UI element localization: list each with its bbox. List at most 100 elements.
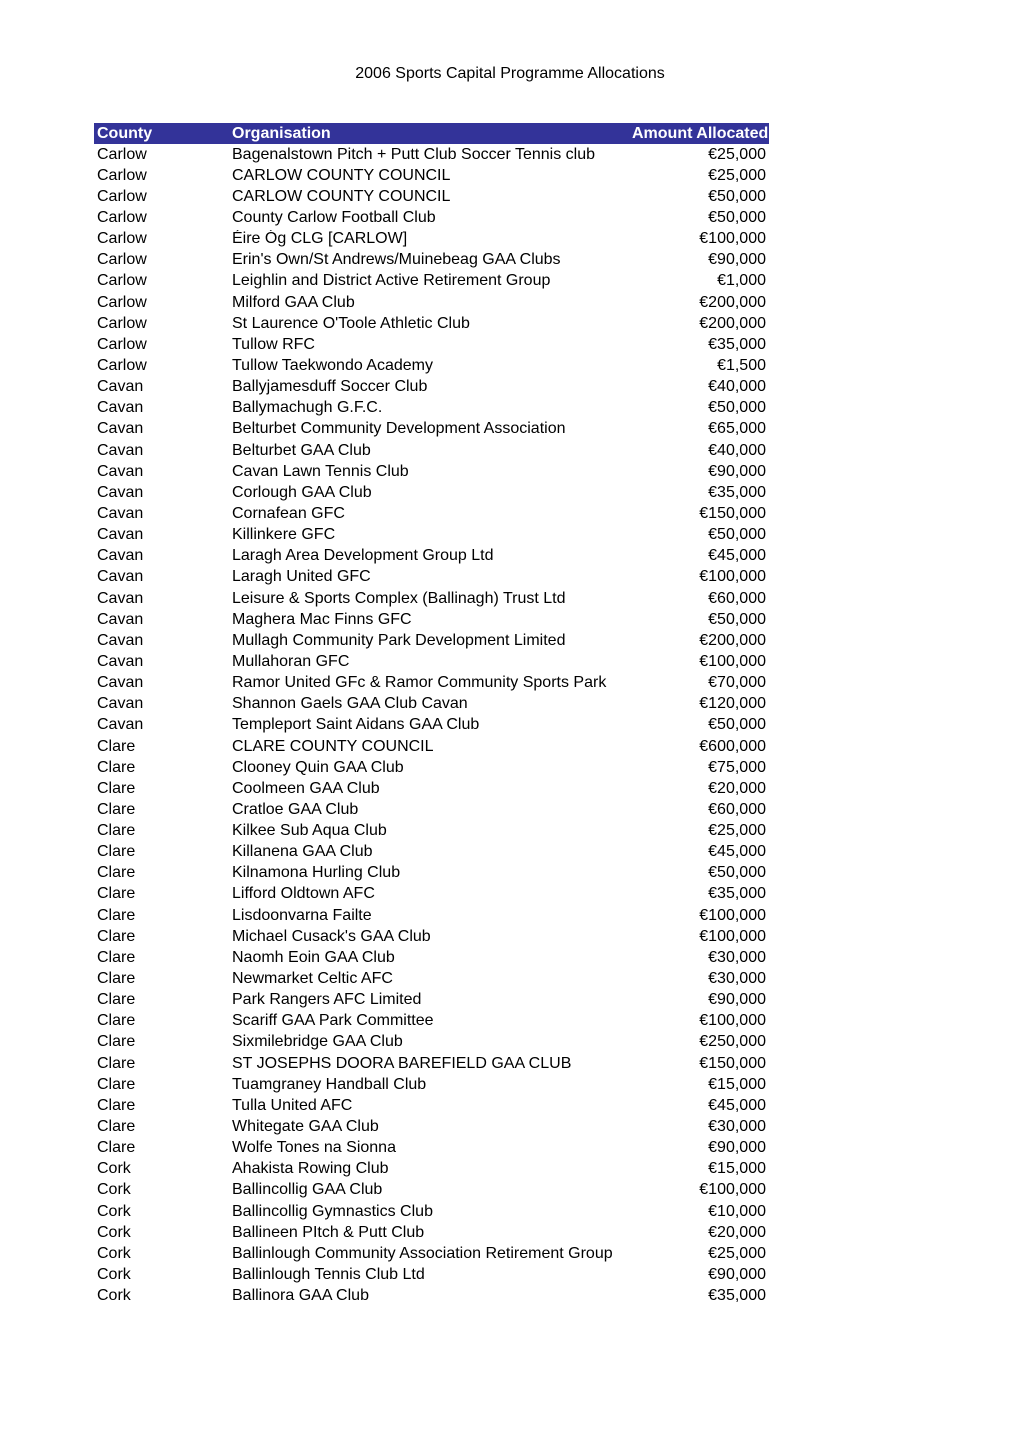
county-cell: Clare [97, 1139, 136, 1157]
amount-cell: €1,500 [717, 356, 766, 374]
table-row: Cork Ballinlough Tennis Club Ltd €90,000 [94, 1264, 769, 1285]
county-cell: Carlow [97, 145, 147, 163]
table-row: Cavan Ballyjamesduff Soccer Club €40,000 [94, 377, 769, 398]
table-body: Carlow Bagenalstown Pitch + Putt Club Soc… [94, 144, 769, 1307]
county-cell: Clare [97, 1054, 136, 1072]
table-row: Cavan Laragh United GFC €100,000 [94, 567, 769, 588]
table-row: Cavan Cavan Lawn Tennis Club €90,000 [94, 461, 769, 482]
amount-cell: €100,000 [699, 652, 766, 670]
county-cell: Clare [97, 1075, 136, 1093]
table-row: Clare Tuamgraney Handball Club €15,000 [94, 1074, 769, 1095]
page-title: 2006 Sports Capital Programme Allocation… [355, 65, 665, 82]
county-cell: Carlow [97, 272, 147, 290]
table-row: Cork Ahakista Rowing Club €15,000 [94, 1159, 769, 1180]
amount-cell: €50,000 [708, 716, 766, 734]
county-cell: Carlow [97, 251, 147, 269]
table-row: Cavan Templeport Saint Aidans GAA Club €50… [94, 715, 769, 736]
table-row: Cavan Ramor United GFc & Ramor Community … [94, 673, 769, 694]
table-row: Clare Park Rangers AFC Limited €90,000 [94, 990, 769, 1011]
table-row: Clare Lifford Oldtown AFC €35,000 [94, 884, 769, 905]
county-cell: Cork [97, 1287, 131, 1305]
organisation-cell: Bagenalstown Pitch + Putt Club Soccer Te… [232, 145, 596, 163]
amount-cell: €90,000 [708, 251, 766, 269]
amount-cell: €50,000 [708, 187, 766, 205]
organisation-cell: Lisdoonvarna Failte [232, 906, 372, 924]
organisation-cell: Naomh Eoin GAA Club [232, 948, 395, 966]
table-row: Cork Ballinlough Community Association Re… [94, 1243, 769, 1264]
amount-cell: €65,000 [708, 420, 766, 438]
county-cell: Carlow [97, 166, 147, 184]
table-row: Clare Clooney Quin GAA Club €75,000 [94, 757, 769, 778]
organisation-cell: Ballineen PItch & Putt Club [232, 1223, 425, 1241]
table-row: Cavan Belturbet GAA Club €40,000 [94, 440, 769, 461]
table-row: Clare Lisdoonvarna Failte €100,000 [94, 905, 769, 926]
table-row: Cork Ballineen PItch & Putt Club €20,000 [94, 1222, 769, 1243]
table-row: Cork Ballincollig Gymnastics Club €10,000 [94, 1201, 769, 1222]
table-row: Clare CLARE COUNTY COUNCIL €600,000 [94, 736, 769, 757]
organisation-cell: CARLOW COUNTY COUNCIL [232, 166, 451, 184]
amount-cell: €50,000 [708, 208, 766, 226]
county-cell: Cavan [97, 610, 144, 628]
county-cell: Cavan [97, 462, 144, 480]
table-row: Clare Killanena GAA Club €45,000 [94, 842, 769, 863]
table-row: Clare Wolfe Tones na Sionna €90,000 [94, 1138, 769, 1159]
organisation-cell: Whitegate GAA Club [232, 1118, 379, 1136]
table-row: Clare Michael Cusack's GAA Club €100,000 [94, 926, 769, 947]
county-cell: Clare [97, 1096, 136, 1114]
organisation-cell: Leighlin and District Active Retirement … [232, 272, 551, 290]
county-cell: Carlow [97, 230, 147, 248]
table-row: Cavan Leisure & Sports Complex (Ballinagh… [94, 588, 769, 609]
county-cell: Cavan [97, 526, 144, 544]
county-cell: Clare [97, 822, 136, 840]
county-cell: Clare [97, 1118, 136, 1136]
table-row: Cork Ballinora GAA Club €35,000 [94, 1286, 769, 1307]
county-cell: Cork [97, 1244, 131, 1262]
county-cell: Clare [97, 737, 136, 755]
county-cell: Clare [97, 927, 136, 945]
amount-cell: €60,000 [708, 589, 766, 607]
amount-cell: €45,000 [708, 843, 766, 861]
county-cell: Clare [97, 906, 136, 924]
amount-cell: €50,000 [708, 526, 766, 544]
amount-cell: €200,000 [699, 631, 766, 649]
county-cell: Clare [97, 864, 136, 882]
organisation-cell: Mullahoran GFC [232, 652, 350, 670]
organisation-cell: Cornafean GFC [232, 504, 345, 522]
table-row: Carlow Bagenalstown Pitch + Putt Club Soc… [94, 144, 769, 165]
county-cell: Clare [97, 758, 136, 776]
table-row: Clare Newmarket Celtic AFC €30,000 [94, 968, 769, 989]
county-cell: Cork [97, 1160, 131, 1178]
county-cell: Cavan [97, 378, 144, 396]
table-row: Cavan Corlough GAA Club €35,000 [94, 482, 769, 503]
county-cell: Cavan [97, 441, 144, 459]
amount-cell: €150,000 [699, 1054, 766, 1072]
organisation-cell: Belturbet Community Development Associat… [232, 420, 566, 438]
table-row: Carlow Erin's Own/St Andrews/Muinebeag GA… [94, 250, 769, 271]
amount-cell: €25,000 [708, 145, 766, 163]
amount-cell: €100,000 [699, 230, 766, 248]
table-row: Cavan Ballymachugh G.F.C. €50,000 [94, 398, 769, 419]
organisation-cell: CLARE COUNTY COUNCIL [232, 737, 434, 755]
header-organisation: Organisation [232, 124, 331, 142]
county-cell: Cork [97, 1181, 131, 1199]
table-row: Carlow CARLOW COUNTY COUNCIL €50,000 [94, 186, 769, 207]
county-cell: Clare [97, 779, 136, 797]
amount-cell: €15,000 [708, 1075, 766, 1093]
amount-cell: €45,000 [708, 547, 766, 565]
amount-cell: €1,000 [717, 272, 766, 290]
table-row: Cavan Cornafean GFC €150,000 [94, 503, 769, 524]
table-row: Carlow Tullow Taekwondo Academy €1,500 [94, 355, 769, 376]
organisation-cell: ST JOSEPHS DOORA BAREFIELD GAA CLUB [232, 1054, 572, 1072]
table-row: Cavan Belturbet Community Development Ass… [94, 419, 769, 440]
amount-cell: €35,000 [708, 1287, 766, 1305]
table-row: Carlow St Laurence O'Toole Athletic Club €… [94, 313, 769, 334]
table-row: Carlow Tullow RFC €35,000 [94, 334, 769, 355]
organisation-cell: Milford GAA Club [232, 293, 355, 311]
amount-cell: €30,000 [708, 948, 766, 966]
amount-cell: €90,000 [708, 991, 766, 1009]
amount-cell: €25,000 [708, 822, 766, 840]
table-row: Cavan Shannon Gaels GAA Club Cavan €120,00… [94, 694, 769, 715]
organisation-cell: Park Rangers AFC Limited [232, 991, 422, 1009]
organisation-cell: Tullow Taekwondo Academy [232, 356, 433, 374]
table-row: Clare Coolmeen GAA Club €20,000 [94, 778, 769, 799]
